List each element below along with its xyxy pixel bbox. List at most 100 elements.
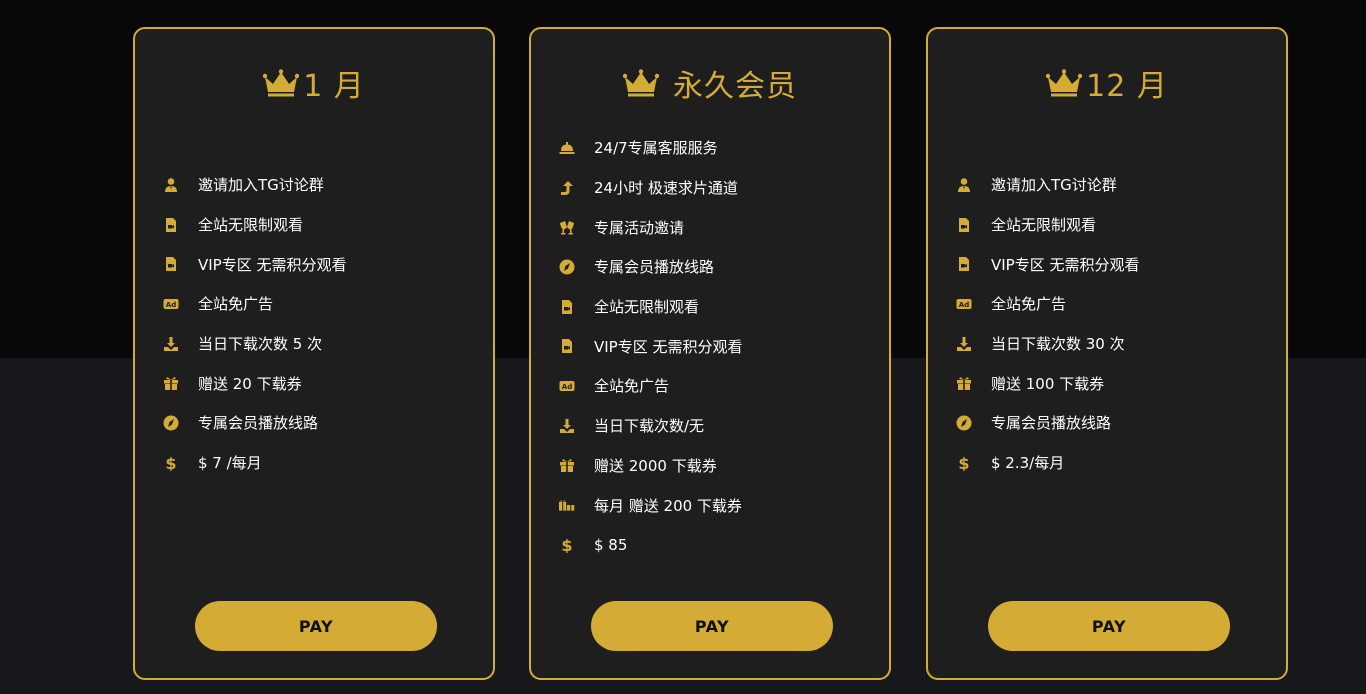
feature-text: 全站免广告 [594,377,670,396]
feature-item: $ $ 85 [559,525,879,565]
ad-icon: Ad [163,296,179,312]
feature-item: VIP专区 无需积分观看 [956,244,1276,284]
crown-icon [1046,69,1083,97]
feature-item: 全站无限制观看 [163,205,483,245]
feature-text: 全站无限制观看 [594,298,700,317]
feature-item: $ $ 2.3/每月 [956,443,1276,483]
dollar-icon: $ [956,455,972,471]
video-file-icon [956,217,972,233]
plan-title: 12 月 [928,63,1286,104]
feature-text: 赠送 100 下载券 [991,374,1105,393]
feature-text: 专属会员播放线路 [198,414,319,433]
feature-item: Ad 全站免广告 [956,284,1276,324]
svg-text:$: $ [561,537,572,553]
feature-text: 邀请加入TG讨论群 [198,176,324,195]
svg-text:Ad: Ad [166,301,176,309]
feature-list: 邀请加入TG讨论群 全站无限制观看 VIP专区 无需积分观看 Ad 全站免广告 当… [163,165,483,483]
compass-icon [559,259,575,275]
download-icon [956,336,972,352]
gift-icon [559,457,575,473]
feature-text: 24小时 极速求片通道 [594,179,738,198]
feature-item: 邀请加入TG讨论群 [956,165,1276,205]
svg-text:Ad: Ad [959,301,969,309]
feature-text: 当日下载次数 30 次 [991,335,1125,354]
download-icon [559,418,575,434]
crown-icon [623,69,659,97]
cheers-icon [559,219,575,235]
feature-item: 专属活动邀请 [559,207,879,247]
feature-text: 专属活动邀请 [594,218,685,237]
feature-item: 全站无限制观看 [956,205,1276,245]
svg-text:$: $ [958,455,969,471]
turn-up-arrow-icon [559,180,575,196]
gift-icon [163,375,179,391]
plan-title-text: 永久会员 [673,69,797,104]
feature-text: $ 85 [594,535,628,554]
feature-item: 24/7专属客服服务 [559,128,879,168]
feature-text: 当日下载次数 5 次 [198,335,323,354]
feature-list: 邀请加入TG讨论群 全站无限制观看 VIP专区 无需积分观看 Ad 全站免广告 当… [956,165,1276,483]
feature-text: VIP专区 无需积分观看 [991,255,1140,274]
feature-text: 专属会员播放线路 [594,258,715,277]
plan-title: 永久会员 [531,63,889,104]
video-file-icon [956,256,972,272]
svg-text:$: $ [165,455,176,471]
feature-text: 全站免广告 [991,295,1067,314]
feature-text: $ 2.3/每月 [991,454,1065,473]
feature-item: 赠送 20 下载券 [163,363,483,403]
dollar-icon: $ [163,455,179,471]
plan-card-12-month: 12 月 邀请加入TG讨论群 全站无限制观看 VIP专区 无需积分观看 Ad 全站… [926,27,1288,680]
plan-card-lifetime: 永久会员 24/7专属客服服务 24小时 极速求片通道 专属活动邀请 专属会员播… [529,27,891,680]
concierge-bell-icon [559,140,575,156]
crown-icon [263,69,300,97]
feature-item: 专属会员播放线路 [559,247,879,287]
feature-list: 24/7专属客服服务 24小时 极速求片通道 专属活动邀请 专属会员播放线路 全… [559,128,879,565]
feature-text: VIP专区 无需积分观看 [198,255,347,274]
feature-item: Ad 全站免广告 [559,366,879,406]
feature-text: VIP专区 无需积分观看 [594,337,743,356]
feature-item: 赠送 2000 下载券 [559,446,879,486]
feature-item: 当日下载次数 5 次 [163,324,483,364]
gift-icon [956,375,972,391]
feature-text: 赠送 2000 下载券 [594,456,717,475]
feature-item: 专属会员播放线路 [956,403,1276,443]
feature-text: 专属会员播放线路 [991,414,1112,433]
video-file-icon [559,299,575,315]
feature-text: 全站无限制观看 [198,216,304,235]
feature-item: $ $ 7 /每月 [163,443,483,483]
feature-item: 赠送 100 下载券 [956,363,1276,403]
feature-item: 每月 赠送 200 下载券 [559,485,879,525]
feature-text: 当日下载次数/无 [594,417,705,436]
feature-text: 赠送 20 下载券 [198,374,302,393]
video-file-icon [163,256,179,272]
feature-item: 专属会员播放线路 [163,403,483,443]
pay-button[interactable]: PAY [591,601,833,651]
download-icon [163,336,179,352]
feature-item: 邀请加入TG讨论群 [163,165,483,205]
gifts-icon [559,497,575,513]
plan-title-text: 1 月 [303,69,365,104]
pay-button[interactable]: PAY [195,601,437,651]
user-icon [163,177,179,193]
feature-text: 全站无限制观看 [991,216,1097,235]
feature-text: $ 7 /每月 [198,454,262,473]
feature-text: 24/7专属客服服务 [594,139,718,158]
video-file-icon [163,217,179,233]
feature-item: 当日下载次数/无 [559,406,879,446]
plan-card-1-month: 1 月 邀请加入TG讨论群 全站无限制观看 VIP专区 无需积分观看 Ad 全站免… [133,27,495,680]
plan-title: 1 月 [135,63,493,104]
compass-icon [956,415,972,431]
pay-button[interactable]: PAY [988,601,1230,651]
feature-item: Ad 全站免广告 [163,284,483,324]
feature-item: 24小时 极速求片通道 [559,168,879,208]
user-icon [956,177,972,193]
feature-text: 邀请加入TG讨论群 [991,176,1117,195]
ad-icon: Ad [956,296,972,312]
plan-title-text: 12 月 [1086,69,1168,104]
feature-text: 全站免广告 [198,295,274,314]
feature-item: 全站无限制观看 [559,287,879,327]
feature-text: 每月 赠送 200 下载券 [594,496,742,515]
feature-item: 当日下载次数 30 次 [956,324,1276,364]
video-file-icon [559,338,575,354]
feature-item: VIP专区 无需积分观看 [163,244,483,284]
